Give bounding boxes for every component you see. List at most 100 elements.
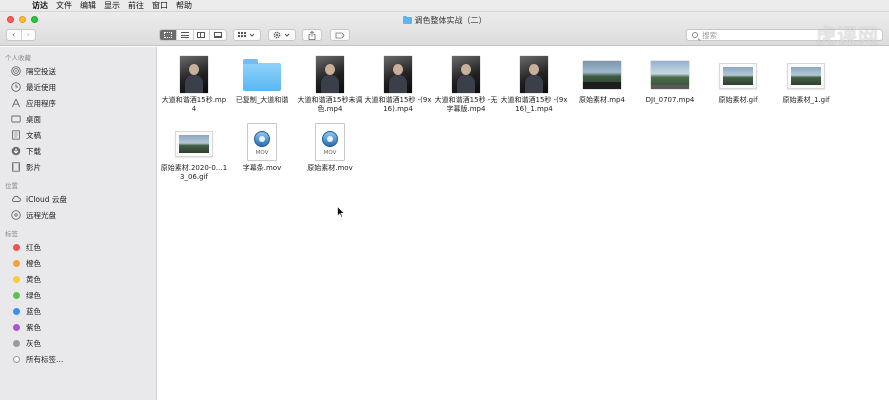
mouse-pointer-icon bbox=[337, 206, 345, 218]
file-thumbnail bbox=[316, 53, 344, 93]
gray-tag-dot-icon bbox=[13, 339, 20, 347]
sidebar-item-label: 红色 bbox=[26, 242, 41, 252]
sidebar-item-remote-disc[interactable]: 远程光盘 bbox=[0, 207, 156, 223]
sidebar-item-movies[interactable]: 影片 bbox=[0, 159, 156, 175]
sidebar-item-downloads[interactable]: 下载 bbox=[0, 143, 156, 159]
menu-help[interactable]: 帮助 bbox=[176, 0, 192, 12]
menu-view[interactable]: 显示 bbox=[104, 0, 120, 12]
sidebar-heading-favorites: 个人收藏 bbox=[5, 54, 31, 62]
video-thumbnail bbox=[316, 56, 344, 93]
menu-file[interactable]: 文件 bbox=[56, 0, 72, 12]
file-browser-icon-view[interactable]: 大道和谐酒15秒.mp4 已复制_大道和谐 大道和谐酒15秒未调色.mp4 大道… bbox=[158, 47, 889, 400]
file-item[interactable]: DJI_0707.mp4 bbox=[636, 53, 704, 105]
file-item[interactable]: 原始素材.mp4 bbox=[568, 53, 636, 105]
list-view-button[interactable] bbox=[175, 30, 193, 40]
gif-thumbnail bbox=[787, 63, 825, 89]
back-button[interactable]: ‹ bbox=[7, 30, 21, 40]
tag-icon bbox=[335, 32, 345, 38]
file-item[interactable]: MOV 原始素材.mov bbox=[296, 121, 364, 173]
group-grid-chevron-icon bbox=[238, 32, 255, 37]
view-mode-segmented-control bbox=[159, 29, 227, 41]
sidebar-item-desktop[interactable]: 桌面 bbox=[0, 111, 156, 127]
watermark-logo: 虎课网 bbox=[816, 24, 879, 48]
sidebar-item-applications[interactable]: 应用程序 bbox=[0, 95, 156, 111]
file-thumbnail bbox=[180, 53, 208, 93]
menu-bar: 访达 文件 编辑 显示 前往 窗口 帮助 bbox=[0, 0, 889, 12]
icon-view-button[interactable] bbox=[160, 30, 176, 40]
menu-app-name[interactable]: 访达 bbox=[32, 0, 48, 12]
file-item[interactable]: 大道和谐酒15秒 -(9x16)_1.mp4 bbox=[500, 53, 568, 114]
file-item[interactable]: 大道和谐酒15秒.mp4 bbox=[160, 53, 228, 114]
file-thumbnail bbox=[651, 53, 689, 93]
applications-icon bbox=[11, 98, 21, 108]
blue-tag-dot-icon bbox=[13, 307, 20, 315]
sidebar-item-documents[interactable]: 文稿 bbox=[0, 127, 156, 143]
icon-view-icon bbox=[163, 32, 172, 38]
column-view-button[interactable] bbox=[192, 30, 210, 40]
file-item[interactable]: MOV 字幕条.mov bbox=[228, 121, 296, 173]
sidebar-tag-gray[interactable]: 灰色 bbox=[0, 335, 156, 351]
sidebar-tag-green[interactable]: 绿色 bbox=[0, 287, 156, 303]
sidebar-item-icloud-drive[interactable]: iCloud 云盘 bbox=[0, 191, 156, 207]
sidebar-tag-blue[interactable]: 蓝色 bbox=[0, 303, 156, 319]
folder-item[interactable]: 已复制_大道和谐 bbox=[228, 53, 296, 105]
file-name: DJI_0707.mp4 bbox=[645, 96, 695, 104]
file-name: 大道和谐酒15秒.mp4 bbox=[161, 96, 227, 113]
file-item[interactable]: 大道和谐酒15秒 -无字幕版.mp4 bbox=[432, 53, 500, 114]
file-thumbnail: MOV bbox=[247, 121, 277, 161]
yellow-tag-dot-icon bbox=[13, 275, 20, 283]
quicktime-q-icon bbox=[322, 131, 338, 147]
sidebar-item-airdrop[interactable]: 隔空投送 bbox=[0, 63, 156, 79]
file-thumbnail bbox=[583, 53, 621, 93]
sidebar-item-label: 最近使用 bbox=[26, 82, 56, 92]
airdrop-icon bbox=[11, 66, 21, 76]
file-thumbnail bbox=[719, 53, 757, 93]
sidebar-item-recents[interactable]: 最近使用 bbox=[0, 79, 156, 95]
sidebar-tag-orange[interactable]: 橙色 bbox=[0, 255, 156, 271]
orange-tag-dot-icon bbox=[13, 259, 20, 267]
quicktime-q-icon bbox=[254, 131, 270, 147]
forward-button[interactable]: › bbox=[20, 30, 36, 40]
window-title-text: 调色整体实战（二） bbox=[414, 16, 487, 25]
menu-go[interactable]: 前往 bbox=[128, 0, 144, 12]
sidebar-tag-red[interactable]: 红色 bbox=[0, 239, 156, 255]
group-by-button[interactable] bbox=[233, 29, 261, 41]
action-menu-button[interactable] bbox=[268, 29, 296, 41]
menu-edit[interactable]: 编辑 bbox=[80, 0, 96, 12]
file-item[interactable]: 原始素材.gif bbox=[704, 53, 772, 105]
cloud-icon bbox=[11, 194, 21, 204]
file-name: 字幕条.mov bbox=[242, 164, 282, 172]
file-thumbnail bbox=[520, 53, 548, 93]
gallery-view-button[interactable] bbox=[209, 30, 226, 40]
video-thumbnail bbox=[384, 56, 412, 93]
menu-window[interactable]: 窗口 bbox=[152, 0, 168, 12]
gif-thumbnail bbox=[175, 131, 213, 157]
file-thumbnail bbox=[452, 53, 480, 93]
sidebar-item-label: 文稿 bbox=[26, 130, 41, 140]
share-icon bbox=[308, 30, 316, 40]
movies-icon bbox=[11, 162, 21, 172]
file-item[interactable]: 原始素材_1.gif bbox=[772, 53, 840, 105]
gif-thumbnail bbox=[719, 63, 757, 89]
quicktime-movie-icon: MOV bbox=[247, 123, 277, 161]
file-item[interactable]: 大道和谐酒15秒 -(9x16).mp4 bbox=[364, 53, 432, 114]
list-view-icon bbox=[180, 32, 189, 38]
folder-icon bbox=[402, 15, 412, 24]
quicktime-movie-icon: MOV bbox=[315, 123, 345, 161]
edit-tags-button[interactable] bbox=[330, 29, 350, 41]
sidebar-heading-tags: 标签 bbox=[5, 230, 18, 238]
file-item[interactable]: 大道和谐酒15秒未调色.mp4 bbox=[296, 53, 364, 114]
red-tag-dot-icon bbox=[13, 243, 20, 251]
sidebar-tag-yellow[interactable]: 黄色 bbox=[0, 271, 156, 287]
sidebar-item-label: 橙色 bbox=[26, 258, 41, 268]
sidebar-item-label: 所有标签… bbox=[26, 354, 64, 364]
sidebar-all-tags[interactable]: 所有标签… bbox=[0, 351, 156, 367]
file-item[interactable]: 原始素材.2020-0…13_06.gif bbox=[160, 121, 228, 182]
clock-icon bbox=[11, 82, 21, 92]
share-button[interactable] bbox=[302, 29, 322, 41]
file-name: 大道和谐酒15秒 -无字幕版.mp4 bbox=[434, 96, 498, 113]
file-thumbnail bbox=[384, 53, 412, 93]
file-thumbnail bbox=[175, 121, 213, 161]
sidebar-item-label: 桌面 bbox=[26, 114, 41, 124]
sidebar-tag-purple[interactable]: 紫色 bbox=[0, 319, 156, 335]
